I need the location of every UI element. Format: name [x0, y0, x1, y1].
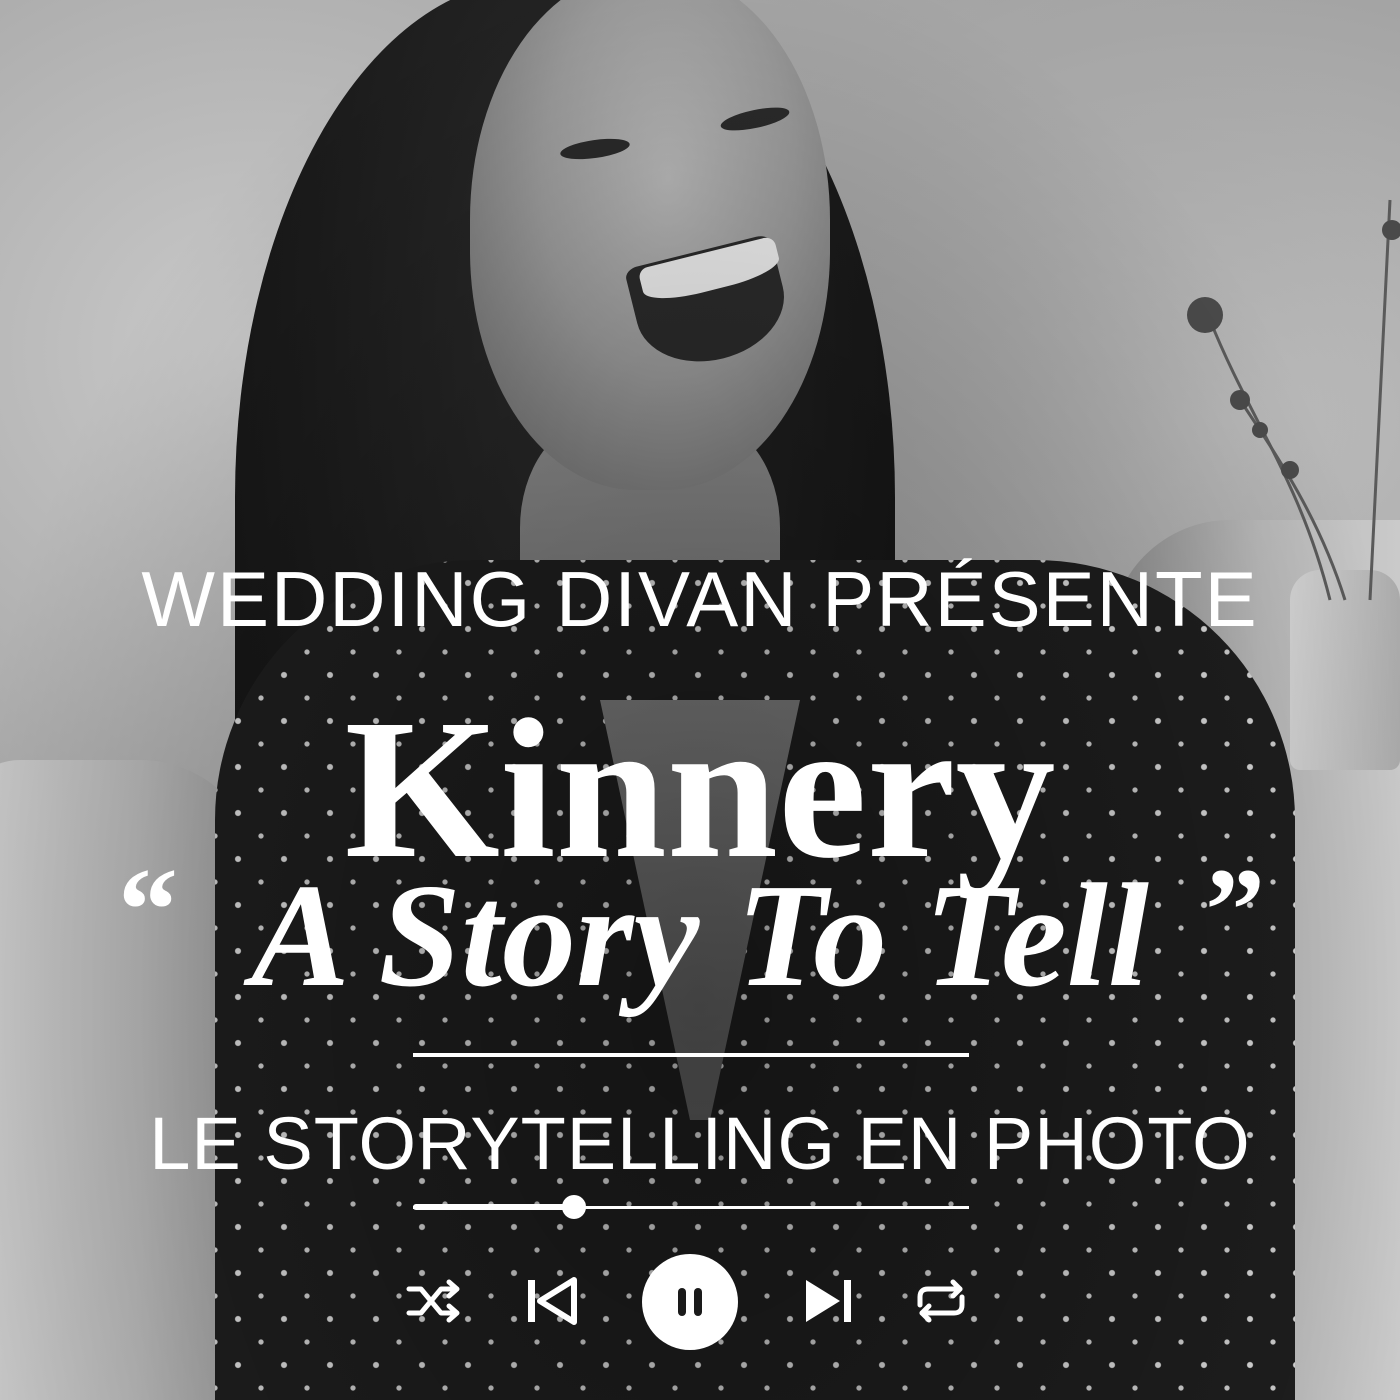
- podcast-cover: WEDDING DIVAN PRÉSENTE Kinnery “ A Story…: [0, 0, 1400, 1400]
- presenter-line: WEDDING DIVAN PRÉSENTE: [141, 555, 1259, 643]
- tagline: LE STORYTELLING EN PHOTO: [149, 1102, 1251, 1185]
- episode-subtitle: A Story To Tell: [251, 854, 1149, 1018]
- previous-icon: [528, 1277, 577, 1325]
- shuffle-button[interactable]: [405, 1277, 465, 1325]
- repeat-icon: [917, 1279, 965, 1323]
- repeat-button[interactable]: [910, 1277, 972, 1325]
- shuffle-icon: [406, 1279, 460, 1323]
- progress-fill: [413, 1204, 574, 1210]
- pause-icon: [678, 1288, 702, 1316]
- close-quote: ”: [1205, 843, 1265, 976]
- pause-button[interactable]: [642, 1254, 738, 1350]
- next-button[interactable]: [800, 1272, 858, 1330]
- next-icon: [806, 1280, 851, 1322]
- progress-knob[interactable]: [562, 1195, 586, 1219]
- previous-button[interactable]: [522, 1272, 580, 1330]
- progress-bar[interactable]: [413, 1195, 969, 1219]
- divider-line: [413, 1053, 969, 1057]
